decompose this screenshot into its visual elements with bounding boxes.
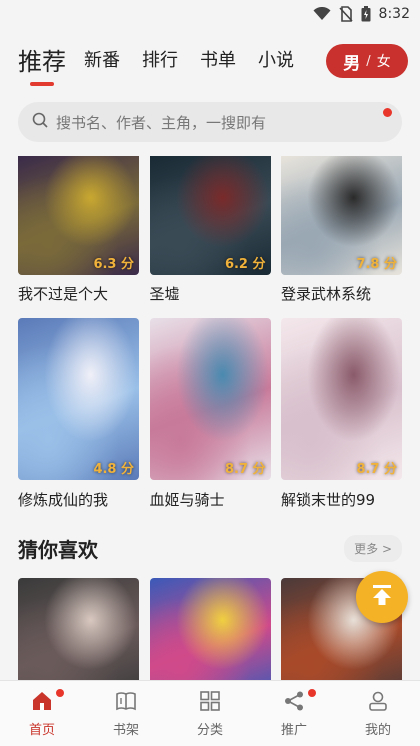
book-card[interactable] — [18, 578, 139, 680]
no-sim-icon — [338, 6, 353, 22]
book-card[interactable]: 6.3 分 我不过是个大 — [18, 156, 139, 304]
tab-recommend[interactable]: 推荐 — [18, 42, 66, 86]
book-title[interactable]: 我不过是个大 — [18, 283, 139, 304]
book-title[interactable]: 修炼成仙的我 — [18, 489, 139, 510]
scroll-to-top-button[interactable] — [356, 571, 408, 623]
book-card[interactable]: 6.2 分 圣墟 — [149, 156, 271, 304]
nav-bookshelf[interactable]: 书架 — [84, 681, 168, 746]
book-card[interactable]: 8.7 分 解锁末世的99 — [281, 318, 402, 510]
book-card[interactable]: 8.7 分 血姬与骑士 — [149, 318, 271, 510]
section-title: 猜你喜欢 — [18, 537, 98, 562]
nav-promote-label: 推广 — [280, 722, 307, 738]
cover-art — [149, 318, 271, 480]
battery-icon — [361, 6, 371, 22]
book-score: 6.3 分 — [93, 257, 134, 272]
nav-category-label: 分类 — [196, 722, 223, 738]
gender-male[interactable]: 男 — [343, 49, 360, 74]
book-cover[interactable] — [18, 578, 139, 680]
recommend-section-header: 猜你喜欢 更多 > — [0, 528, 420, 568]
nav-badge — [56, 689, 64, 697]
tab-new[interactable]: 新番 — [84, 46, 120, 72]
book-score: 7.8 分 — [356, 257, 397, 272]
nav-badge — [308, 689, 316, 697]
more-button[interactable]: 更多 > — [344, 534, 402, 562]
wifi-icon — [313, 7, 331, 21]
gender-separator: / — [366, 53, 371, 69]
tab-booklist[interactable]: 书单 — [200, 46, 236, 72]
book-cover[interactable]: 8.7 分 — [281, 318, 402, 480]
book-score: 4.8 分 — [93, 462, 134, 477]
book-title[interactable]: 解锁末世的99 — [281, 489, 402, 510]
tab-ranking[interactable]: 排行 — [142, 46, 178, 72]
book-row-top: 6.3 分 我不过是个大 6.2 分 圣墟 7.8 分 登录武林系统 — [0, 156, 420, 304]
nav-bookshelf-label: 书架 — [112, 722, 139, 738]
bottom-nav: 首页 书架 分类 推广 我的 — [0, 680, 420, 746]
book-cover[interactable]: 6.2 分 — [149, 156, 271, 275]
status-bar: 8:32 — [0, 0, 420, 28]
book-card[interactable]: 7.8 分 登录武林系统 — [281, 156, 402, 304]
arrow-up-icon — [369, 582, 395, 612]
top-nav: 推荐 新番 排行 书单 小说 男 / 女 — [0, 28, 420, 90]
search-icon — [32, 112, 48, 132]
book-score: 8.7 分 — [356, 462, 397, 477]
gender-female[interactable]: 女 — [377, 51, 391, 71]
cover-art — [281, 318, 402, 480]
book-card[interactable]: 4.8 分 修炼成仙的我 — [18, 318, 139, 510]
tab-novel[interactable]: 小说 — [258, 46, 294, 72]
book-title[interactable]: 血姬与骑士 — [150, 489, 271, 510]
search-placeholder: 搜书名、作者、主角，一搜即有 — [56, 113, 267, 132]
nav-profile-label: 我的 — [364, 722, 391, 738]
cover-art — [18, 318, 139, 480]
search-bar[interactable]: 搜书名、作者、主角，一搜即有 — [18, 102, 402, 142]
nav-home[interactable]: 首页 — [0, 681, 84, 746]
nav-home-label: 首页 — [28, 722, 55, 738]
book-cover[interactable]: 6.3 分 — [18, 156, 139, 275]
cover-art — [18, 578, 139, 680]
book-score: 8.7 分 — [224, 462, 266, 477]
book-row-middle: 4.8 分 修炼成仙的我 8.7 分 血姬与骑士 8.7 分 解锁末世的99 — [0, 318, 420, 510]
nav-category[interactable]: 分类 — [168, 681, 252, 746]
notification-dot — [383, 108, 392, 117]
home-icon — [31, 690, 53, 716]
book-title[interactable]: 登录武林系统 — [281, 283, 402, 304]
book-cover[interactable]: 4.8 分 — [18, 318, 139, 480]
cover-art — [149, 578, 271, 680]
share-icon — [283, 690, 305, 716]
book-card[interactable] — [149, 578, 271, 680]
category-icon — [199, 690, 221, 716]
nav-promote[interactable]: 推广 — [252, 681, 336, 746]
bookshelf-icon — [115, 690, 137, 716]
book-cover[interactable]: 7.8 分 — [281, 156, 402, 275]
book-title[interactable]: 圣墟 — [150, 283, 271, 304]
book-cover[interactable] — [149, 578, 271, 680]
book-score: 6.2 分 — [224, 257, 266, 272]
nav-profile[interactable]: 我的 — [336, 681, 420, 746]
book-cover[interactable]: 8.7 分 — [149, 318, 271, 480]
profile-icon — [367, 690, 389, 716]
status-time: 8:32 — [378, 6, 410, 22]
gender-toggle[interactable]: 男 / 女 — [326, 44, 408, 78]
